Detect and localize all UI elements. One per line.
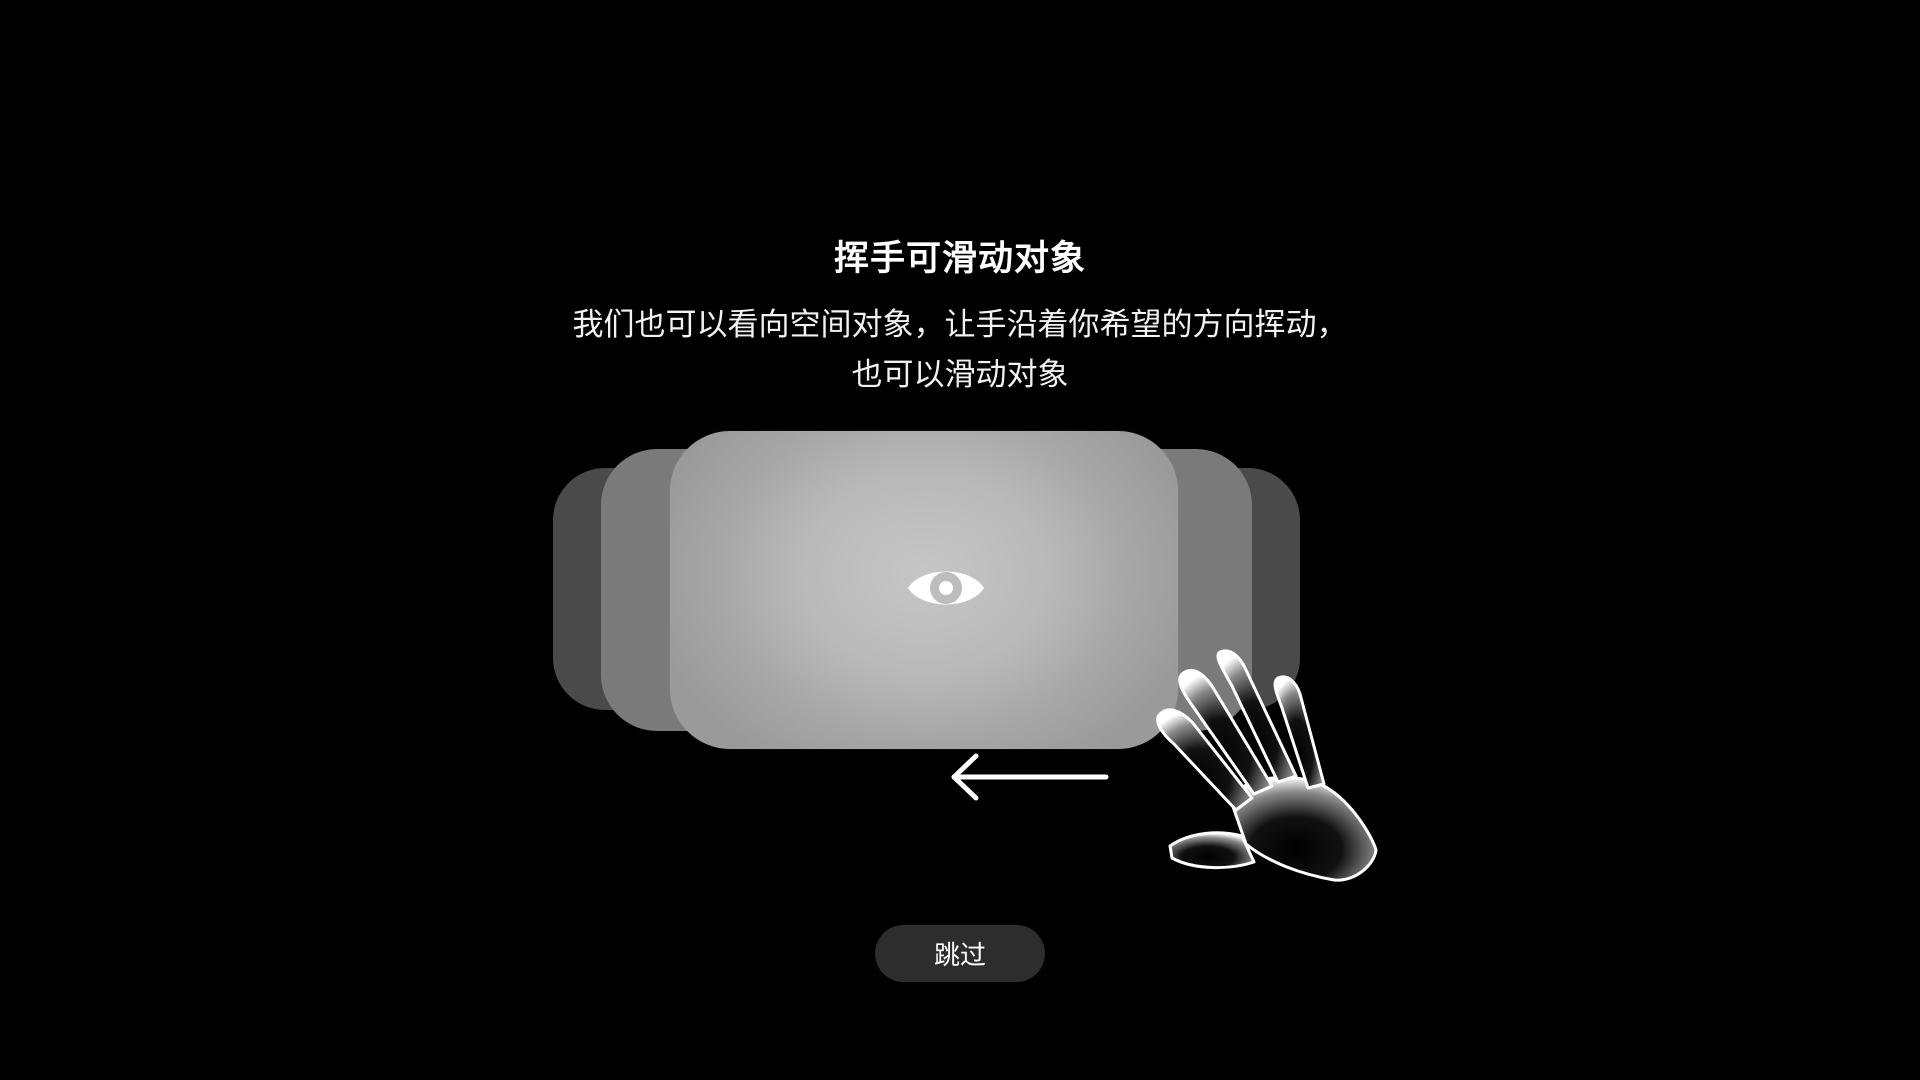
tutorial-description: 我们也可以看向空间对象，让手沿着你希望的方向挥动， 也可以滑动对象 [460, 300, 1460, 400]
description-line-1: 我们也可以看向空间对象，让手沿着你希望的方向挥动， [572, 307, 1348, 343]
eye-icon [908, 571, 984, 605]
tutorial-screen: 挥手可滑动对象 我们也可以看向空间对象，让手沿着你希望的方向挥动， 也可以滑动对… [0, 0, 1920, 1080]
tutorial-title: 挥手可滑动对象 [833, 239, 1086, 279]
left-arrow-icon [951, 753, 1109, 801]
skip-button[interactable]: 跳过 [875, 925, 1045, 982]
description-line-2: 也可以滑动对象 [851, 357, 1069, 393]
hand-icon [1156, 649, 1378, 882]
